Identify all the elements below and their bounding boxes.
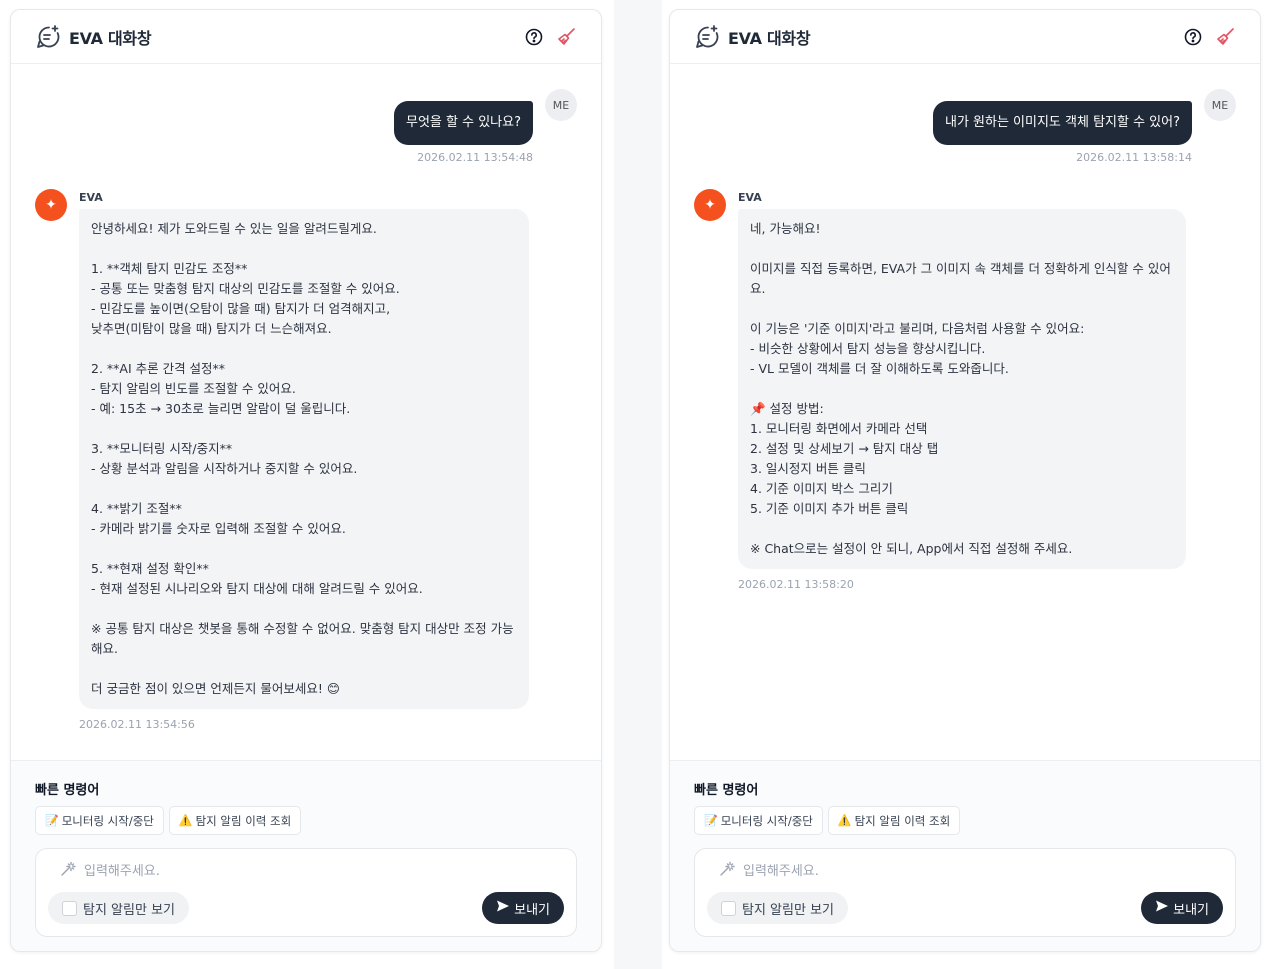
user-message-row: 무엇을 할 수 있나요? ME <box>394 89 577 145</box>
input-line <box>719 861 1163 881</box>
user-message-bubble: 내가 원하는 이미지도 객체 탐지할 수 있어? <box>932 101 1192 145</box>
send-button[interactable]: 보내기 <box>482 892 564 924</box>
header-actions <box>523 26 577 48</box>
chip-alert-history[interactable]: ⚠️ 탐지 알림 이력 조회 <box>827 806 961 835</box>
help-circle-icon[interactable] <box>1182 26 1204 48</box>
user-avatar: ME <box>1204 89 1236 121</box>
chip-label: 모니터링 시작/중단 <box>61 813 154 828</box>
bot-message-bubble: 네, 가능해요! 이미지를 직접 등록하면, EVA가 그 이미지 속 객체를 … <box>738 209 1186 569</box>
user-avatar: ME <box>545 89 577 121</box>
send-button[interactable]: 보내기 <box>1141 892 1223 924</box>
chat-header: EVA 대화창 <box>670 10 1260 64</box>
quick-command-section: 빠른 명령어 📝 모니터링 시작/중단 ⚠️ 탐지 알림 이력 조회 입력해주세… <box>11 760 601 951</box>
chat-title: EVA 대화창 <box>728 28 811 48</box>
alert-only-checkbox[interactable] <box>62 900 77 916</box>
message-composer: 탐지 알림만 보기 보내기 <box>35 848 577 937</box>
user-message-time: 2026.02.11 13:58:14 <box>1076 151 1192 164</box>
quick-command-chips: 📝 모니터링 시작/중단 ⚠️ 탐지 알림 이력 조회 <box>35 806 302 835</box>
user-message-time: 2026.02.11 13:54:48 <box>417 151 533 164</box>
chip-monitoring-toggle[interactable]: 📝 모니터링 시작/중단 <box>694 806 823 835</box>
panel-gap <box>614 0 662 969</box>
chip-label: 탐지 알림 이력 조회 <box>195 813 292 828</box>
chip-label: 탐지 알림 이력 조회 <box>854 813 951 828</box>
alert-only-label: 탐지 알림만 보기 <box>742 902 834 918</box>
bot-message-time: 2026.02.11 13:58:20 <box>738 578 854 591</box>
memo-icon: 📝 <box>45 814 59 827</box>
chat-panel-left: EVA 대화창 무엇을 할 수 있나요? ME 2026.02.11 13:54… <box>10 9 602 952</box>
send-icon <box>496 899 510 917</box>
chat-title: EVA 대화창 <box>69 28 152 48</box>
quick-command-chips: 📝 모니터링 시작/중단 ⚠️ 탐지 알림 이력 조회 <box>694 806 961 835</box>
warning-icon: ⚠️ <box>837 814 852 827</box>
sparkle-icon: ✦ <box>35 189 67 221</box>
broom-icon[interactable] <box>555 26 577 48</box>
quick-command-title: 빠른 명령어 <box>35 783 100 798</box>
message-input[interactable] <box>84 863 504 879</box>
header-actions <box>1182 26 1236 48</box>
send-label: 보내기 <box>1173 902 1209 918</box>
chat-panel-right: EVA 대화창 내가 원하는 이미지도 객체 탐지할 수 있어? ME 2026… <box>669 9 1261 952</box>
chat-sparkle-icon <box>694 24 720 50</box>
send-icon <box>1155 899 1169 917</box>
bot-message-bubble: 안녕하세요! 제가 도와드릴 수 있는 일을 알려드릴게요. 1. **객체 탐… <box>79 209 529 709</box>
bot-name: EVA <box>79 191 103 204</box>
quick-command-title: 빠른 명령어 <box>694 783 759 798</box>
message-composer: 탐지 알림만 보기 보내기 <box>694 848 1236 937</box>
quick-command-section: 빠른 명령어 📝 모니터링 시작/중단 ⚠️ 탐지 알림 이력 조회 입력해주세… <box>670 760 1260 951</box>
magic-wand-icon <box>60 861 76 881</box>
chat-sparkle-icon <box>35 24 61 50</box>
alert-only-label: 탐지 알림만 보기 <box>83 902 175 918</box>
message-list[interactable]: 내가 원하는 이미지도 객체 탐지할 수 있어? ME 2026.02.11 1… <box>670 65 1260 759</box>
bot-message-time: 2026.02.11 13:54:56 <box>79 718 195 731</box>
user-message-row: 내가 원하는 이미지도 객체 탐지할 수 있어? ME <box>932 89 1236 145</box>
warning-icon: ⚠️ <box>178 814 193 827</box>
send-label: 보내기 <box>514 902 550 918</box>
help-circle-icon[interactable] <box>523 26 545 48</box>
chat-header: EVA 대화창 <box>11 10 601 64</box>
chip-label: 모니터링 시작/중단 <box>720 813 813 828</box>
broom-icon[interactable] <box>1214 26 1236 48</box>
chip-monitoring-toggle[interactable]: 📝 모니터링 시작/중단 <box>35 806 164 835</box>
input-line <box>60 861 504 881</box>
magic-wand-icon <box>719 861 735 881</box>
alert-only-toggle[interactable]: 탐지 알림만 보기 <box>707 892 848 924</box>
bot-name: EVA <box>738 191 762 204</box>
alert-only-checkbox[interactable] <box>721 900 736 916</box>
alert-only-toggle[interactable]: 탐지 알림만 보기 <box>48 892 189 924</box>
sparkle-icon: ✦ <box>694 189 726 221</box>
user-message-bubble: 무엇을 할 수 있나요? <box>394 101 533 145</box>
message-list[interactable]: 무엇을 할 수 있나요? ME 2026.02.11 13:54:48 ✦ EV… <box>11 65 601 759</box>
message-input[interactable] <box>743 863 1163 879</box>
memo-icon: 📝 <box>704 814 718 827</box>
chip-alert-history[interactable]: ⚠️ 탐지 알림 이력 조회 <box>168 806 302 835</box>
